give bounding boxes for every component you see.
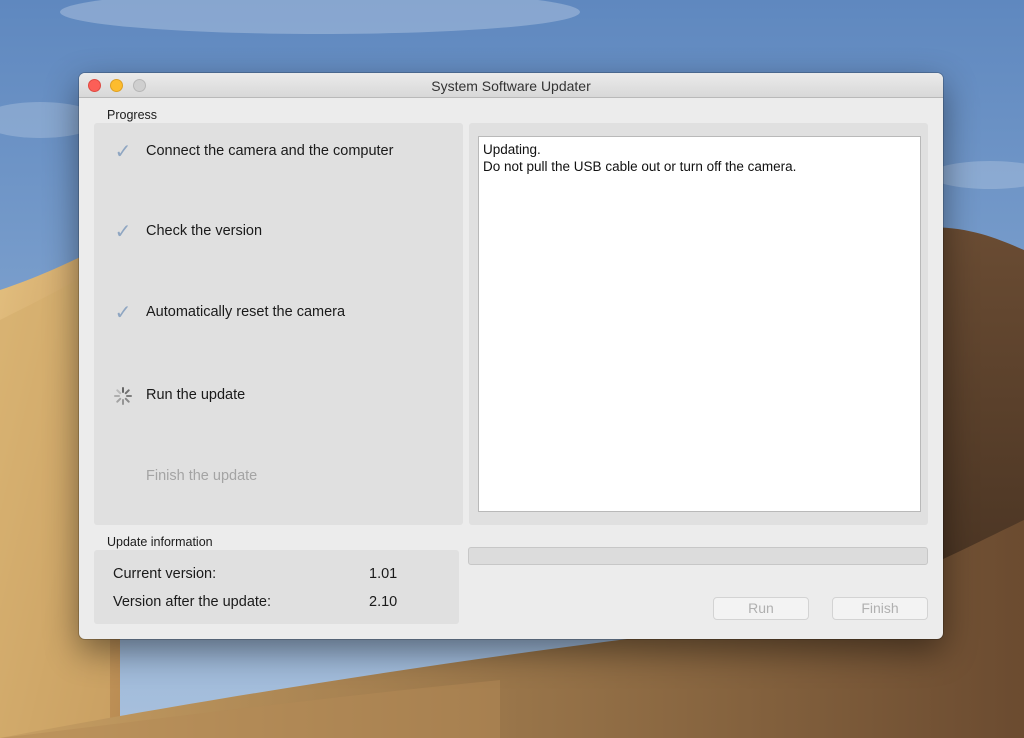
update-progress-bar (468, 547, 928, 565)
window-title: System Software Updater (431, 78, 591, 94)
step-label: Run the update (146, 387, 246, 403)
finish-button[interactable]: Finish (832, 597, 928, 620)
step-label: Finish the update (146, 468, 258, 484)
current-version-value: 1.01 (369, 566, 398, 582)
system-software-updater-window: System Software Updater Progress ✓ Conne… (79, 73, 943, 639)
log-line: Do not pull the USB cable out or turn of… (483, 159, 797, 174)
run-button[interactable]: Run (713, 597, 809, 620)
status-log[interactable]: Updating. Do not pull the USB cable out … (478, 136, 921, 512)
version-after-update-row: Version after the update: 2.10 (113, 594, 413, 614)
step-label: Check the version (146, 223, 263, 239)
spinner-icon (112, 385, 134, 407)
current-version-label: Current version: (113, 566, 217, 582)
version-after-update-label: Version after the update: (113, 594, 271, 610)
update-information-label: Update information (107, 535, 213, 549)
checkmark-icon: ✓ (114, 302, 132, 324)
update-information-panel: Current version: 1.01 Version after the … (94, 550, 459, 624)
version-after-update-value: 2.10 (369, 594, 398, 610)
step-label: Automatically reset the camera (146, 304, 346, 320)
log-panel: Updating. Do not pull the USB cable out … (469, 123, 928, 525)
checkmark-icon: ✓ (114, 221, 132, 243)
step-label: Connect the camera and the computer (146, 143, 394, 159)
title-bar[interactable]: System Software Updater (79, 73, 943, 98)
current-version-row: Current version: 1.01 (113, 566, 413, 586)
log-line: Updating. (483, 142, 541, 157)
progress-section-label: Progress (107, 108, 158, 122)
progress-steps-panel: ✓ Connect the camera and the computer ✓ … (94, 123, 463, 525)
checkmark-icon: ✓ (114, 141, 132, 163)
